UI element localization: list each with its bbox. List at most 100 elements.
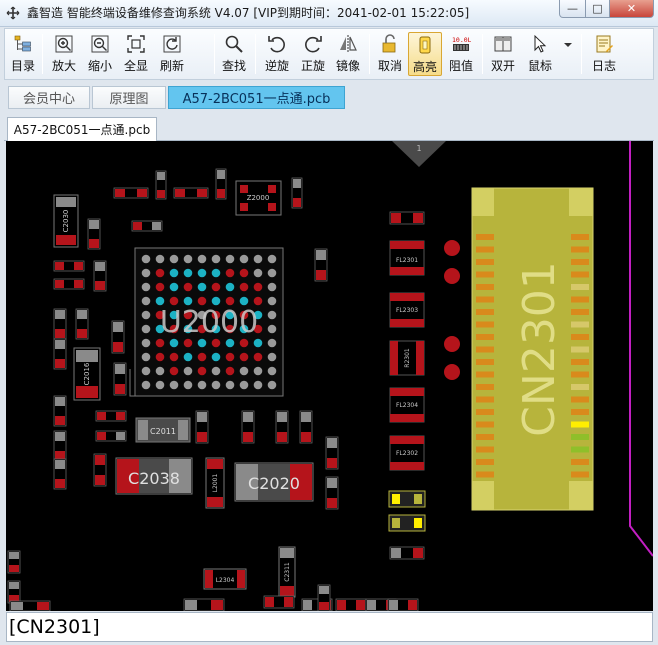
toolbar-label: 双开	[490, 59, 515, 73]
close-button[interactable]: ✕	[609, 0, 654, 18]
connector-pin-left	[476, 434, 494, 440]
bga-ball	[169, 268, 179, 278]
inductor-l2001[interactable]: L2001	[205, 457, 225, 509]
toolbar-button-cancel[interactable]: 取消	[373, 32, 407, 76]
toolbar-divider	[482, 34, 483, 74]
filter-fl2303[interactable]: FL2303	[389, 292, 425, 328]
toolbar-button-search[interactable]: 查找	[217, 32, 251, 76]
toolbar-button-dual[interactable]: 双开	[486, 32, 520, 76]
bga-ball	[253, 254, 263, 264]
capacitor-c2030[interactable]: C2030	[53, 194, 79, 248]
filter-fl2302[interactable]: FL2302	[389, 435, 425, 471]
resistor-r2301[interactable]: R2301	[389, 340, 425, 376]
cursor-dropdown-button[interactable]	[562, 32, 574, 76]
pcb-canvas[interactable]: 1 U2000 CN2301 FL2301 FL2303 R2301 FL230…	[6, 141, 653, 611]
toolbar-button-highlight[interactable]: 高亮	[408, 32, 442, 76]
bga-ball	[211, 254, 221, 264]
capacitor-c2038[interactable]: C2038	[115, 457, 193, 495]
connector-pin-right	[571, 359, 589, 365]
pcb-pad	[116, 432, 125, 440]
bga-ball	[225, 366, 235, 376]
part-z2000[interactable]: Z2000	[235, 180, 282, 216]
pcb-pad	[74, 280, 83, 288]
filter-fl2301[interactable]: FL2301	[389, 240, 425, 276]
minimize-button[interactable]: —	[559, 0, 586, 18]
capacitor-c2011[interactable]: C2011	[135, 417, 191, 443]
toolbar-label: 目录	[10, 59, 35, 73]
connector-pin-right	[571, 234, 589, 240]
r2301-label: R2301	[404, 348, 411, 368]
toolbar-label: 正旋	[300, 59, 325, 73]
connector-pin-left	[476, 309, 494, 315]
svg-text:10.0L: 10.0L	[452, 36, 471, 44]
connector-pin-right	[571, 346, 589, 353]
connector-pin-left	[476, 259, 494, 265]
pcb-pad	[277, 432, 287, 442]
fl2304-label: FL2304	[396, 402, 418, 409]
bga-ball	[211, 352, 221, 362]
test-points[interactable]	[444, 240, 460, 380]
bga-ball	[183, 352, 193, 362]
capacitor-c2016[interactable]: C2016	[73, 347, 101, 401]
capacitor-c2020[interactable]: C2020	[234, 462, 314, 502]
toolbar-label: 查找	[221, 59, 246, 73]
toolbar-button-cursor[interactable]: 鼠标	[523, 32, 557, 76]
highlighted-parts[interactable]	[388, 490, 426, 532]
toolbar-button-zoom-in[interactable]: 放大	[47, 32, 81, 76]
bga-ball	[141, 324, 151, 334]
pcb-pad	[55, 280, 64, 288]
bga-ball	[267, 310, 277, 320]
bga-ball	[155, 282, 165, 292]
pcb-pad	[89, 220, 99, 229]
c2011-label: C2011	[150, 427, 176, 436]
toolbar-button-mirror[interactable]: 镜像	[331, 32, 365, 76]
pcb-pad	[11, 602, 23, 610]
bga-ball	[211, 282, 221, 292]
pcb-pad	[389, 600, 398, 610]
filter-fl2304[interactable]: FL2304	[389, 387, 425, 423]
toolbar-button-catalog[interactable]: 目录	[7, 32, 39, 76]
pcb-pad	[391, 548, 401, 558]
pcb-pad	[301, 432, 311, 442]
pcb-pad	[55, 460, 65, 469]
pcb-pad	[55, 340, 65, 349]
toolbar-button-log[interactable]: 日志	[587, 32, 621, 76]
refresh-icon	[163, 35, 181, 53]
chip-u2000[interactable]: U2000	[129, 247, 284, 397]
pcb-pad	[185, 600, 197, 610]
connector-pin-left	[476, 296, 494, 303]
toolbar-button-rotate-cw[interactable]: 正旋	[296, 32, 330, 76]
pcb-pad	[197, 189, 207, 197]
pcb-pad	[113, 322, 123, 332]
pcb-pad	[243, 412, 253, 422]
page-marker-label: 1	[416, 144, 421, 153]
tab-document[interactable]: A57-2BC051一点通.pcb	[7, 117, 157, 141]
toolbar-button-resistance[interactable]: 10.0L 阻值	[444, 32, 478, 76]
bga-ball	[225, 352, 235, 362]
bga-ball	[267, 366, 277, 376]
connector-cn2301[interactable]: CN2301	[471, 187, 594, 511]
trace-line	[629, 141, 653, 557]
pcb-pad	[277, 412, 287, 422]
tab-schematic[interactable]: 原理图	[92, 86, 166, 109]
connector-pin-left	[476, 371, 494, 378]
connector-pin-left	[476, 334, 494, 340]
capacitor-c2311[interactable]: C2311	[278, 546, 296, 598]
tab-member-center[interactable]: 会员中心	[8, 86, 90, 109]
connector-pin-right	[571, 334, 589, 340]
bga-ball	[183, 282, 193, 292]
toolbar-button-refresh[interactable]: 刷新	[155, 32, 189, 76]
toolbar-button-fit[interactable]: 全显	[119, 32, 153, 76]
pcb-pad	[113, 342, 123, 352]
pcb-pad	[55, 416, 65, 425]
bga-ball	[169, 296, 179, 306]
toolbar-button-zoom-out[interactable]: 缩小	[83, 32, 117, 76]
inductor-l2304[interactable]: L2304	[203, 568, 247, 590]
bga-ball	[183, 254, 193, 264]
toolbar-label: 阻值	[448, 59, 473, 73]
toolbar-button-rotate-ccw[interactable]: 逆旋	[260, 32, 294, 76]
maximize-button[interactable]: □	[585, 0, 610, 18]
pcb-pad	[97, 412, 106, 420]
pcb-board[interactable]: 1 U2000 CN2301 FL2301 FL2303 R2301 FL230…	[6, 141, 653, 611]
tab-pcb-file[interactable]: A57-2BC051一点通.pcb	[168, 86, 345, 109]
